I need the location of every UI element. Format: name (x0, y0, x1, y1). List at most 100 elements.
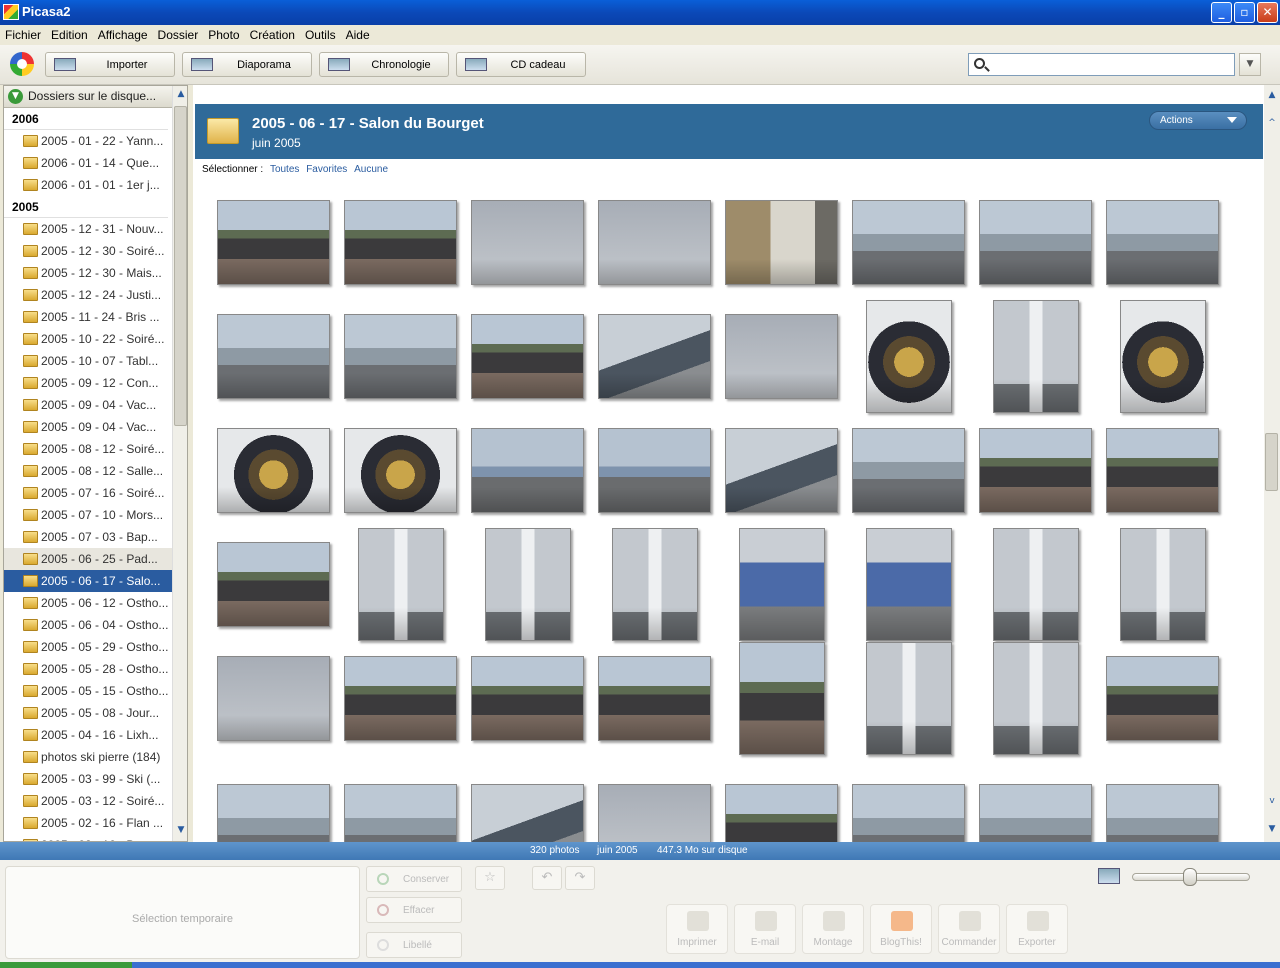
minimize-button[interactable]: _ (1211, 2, 1232, 23)
folder-item[interactable]: 2005 - 12 - 30 - Soiré... (4, 240, 172, 262)
photo-thumbnail[interactable] (979, 200, 1092, 285)
photo-thumbnail[interactable] (471, 656, 584, 741)
timeline-button[interactable]: Chronologie (319, 52, 449, 77)
export-button[interactable]: Exporter (1006, 904, 1068, 954)
scroll-up-icon[interactable]: ▲ (173, 86, 187, 102)
photo-thumbnail[interactable] (739, 642, 825, 755)
photo-thumbnail[interactable] (344, 784, 457, 842)
photo-thumbnail[interactable] (1120, 300, 1206, 413)
folder-item[interactable]: 2005 - 03 - 12 - Soiré... (4, 790, 172, 812)
menu-edition[interactable]: Edition (46, 25, 93, 42)
star-button[interactable]: ☆ (475, 866, 505, 890)
photo-thumbnail[interactable] (866, 528, 952, 641)
photo-thumbnail[interactable] (866, 300, 952, 413)
photo-thumbnail[interactable] (725, 428, 838, 513)
folder-item[interactable]: 2005 - 12 - 31 - Nouv... (4, 218, 172, 240)
folder-item[interactable]: 2005 - 07 - 10 - Mors... (4, 504, 172, 526)
photo-thumbnail[interactable] (993, 300, 1079, 413)
menu-creation[interactable]: Création (245, 25, 300, 42)
search-options-dropdown[interactable]: ▼ (1239, 53, 1261, 76)
folder-item[interactable]: 2005 - 02 - 16 - Flan ... (4, 812, 172, 834)
folder-item[interactable]: 2005 - 04 - 16 - Lixh... (4, 724, 172, 746)
photo-tray[interactable]: Sélection temporaire (5, 866, 360, 959)
folder-item[interactable]: 2005 - 08 - 12 - Soiré... (4, 438, 172, 460)
photo-thumbnail[interactable] (358, 528, 444, 641)
folder-item[interactable]: 2005 - 02 - 16 - Bou... (4, 834, 172, 841)
start-button[interactable] (0, 962, 132, 968)
folder-item[interactable]: 2005 - 10 - 07 - Tabl... (4, 350, 172, 372)
sidebar-scroll-thumb[interactable] (174, 106, 187, 426)
scroll-down-icon[interactable]: ▼ (1264, 821, 1280, 837)
photo-thumbnail[interactable] (217, 542, 330, 627)
keep-button[interactable]: Conserver (366, 866, 462, 892)
print-button[interactable]: Imprimer (666, 904, 728, 954)
photo-thumbnail[interactable] (217, 200, 330, 285)
photo-thumbnail[interactable] (866, 642, 952, 755)
scroll-down-icon[interactable]: ▼ (173, 822, 187, 838)
folder-item[interactable]: 2005 - 09 - 04 - Vac... (4, 416, 172, 438)
photo-thumbnail[interactable] (598, 784, 711, 842)
order-prints-button[interactable]: Commander (938, 904, 1000, 954)
folder-item[interactable]: photos ski pierre (184) (4, 746, 172, 768)
photo-scroll-thumb[interactable] (1265, 433, 1278, 491)
year-group-label[interactable]: 2006 (4, 108, 168, 130)
close-button[interactable]: ✕ (1257, 2, 1278, 23)
folder-item[interactable]: 2005 - 01 - 22 - Yann... (4, 130, 172, 152)
photo-thumbnail[interactable] (598, 428, 711, 513)
menu-photo[interactable]: Photo (203, 25, 244, 42)
menu-fichier[interactable]: Fichier (0, 25, 46, 42)
photo-thumbnail[interactable] (344, 314, 457, 399)
photo-thumbnail[interactable] (852, 200, 965, 285)
page-down-icon[interactable]: v (1264, 793, 1280, 809)
folder-item[interactable]: 2005 - 05 - 15 - Ostho... (4, 680, 172, 702)
folder-item[interactable]: 2006 - 01 - 14 - Que... (4, 152, 172, 174)
folder-item[interactable]: 2006 - 01 - 01 - 1er j... (4, 174, 172, 196)
folder-item[interactable]: 2005 - 06 - 17 - Salo... (4, 570, 172, 592)
search-input[interactable] (968, 53, 1235, 76)
photo-thumbnail[interactable] (739, 528, 825, 641)
photo-thumbnail[interactable] (1106, 428, 1219, 513)
thumbnail-size-slider[interactable] (1132, 868, 1250, 886)
clear-button[interactable]: Effacer (366, 897, 462, 923)
photo-thumbnail[interactable] (725, 314, 838, 399)
photo-thumbnail[interactable] (1120, 528, 1206, 641)
menu-outils[interactable]: Outils (300, 25, 341, 42)
sidebar-scrollbar[interactable]: ▲ ▼ (172, 86, 187, 841)
photo-thumbnail[interactable] (217, 428, 330, 513)
maximize-button[interactable]: ▫ (1234, 2, 1255, 23)
gift-cd-button[interactable]: CD cadeau (456, 52, 586, 77)
photo-thumbnail[interactable] (598, 656, 711, 741)
caption-button[interactable]: Libellé (366, 932, 462, 958)
photo-thumbnail[interactable] (217, 314, 330, 399)
photo-thumbnail[interactable] (598, 314, 711, 399)
menu-dossier[interactable]: Dossier (153, 25, 204, 42)
folder-item[interactable]: 2005 - 10 - 22 - Soiré... (4, 328, 172, 350)
page-up-icon[interactable]: ^ (1264, 115, 1280, 131)
photo-thumbnail[interactable] (993, 528, 1079, 641)
folder-item[interactable]: 2005 - 06 - 12 - Ostho... (4, 592, 172, 614)
photo-thumbnail[interactable] (852, 784, 965, 842)
folder-item[interactable]: 2005 - 11 - 24 - Bris ... (4, 306, 172, 328)
montage-button[interactable]: Montage (802, 904, 864, 954)
photo-thumbnail[interactable] (471, 314, 584, 399)
rotate-left-button[interactable]: ↶ (532, 866, 562, 890)
photo-thumbnail[interactable] (612, 528, 698, 641)
folder-item[interactable]: 2005 - 07 - 03 - Bap... (4, 526, 172, 548)
photo-thumbnail[interactable] (471, 200, 584, 285)
email-button[interactable]: E-mail (734, 904, 796, 954)
photo-thumbnail[interactable] (344, 656, 457, 741)
year-group-label[interactable]: 2005 (4, 196, 168, 218)
folder-item[interactable]: 2005 - 05 - 29 - Ostho... (4, 636, 172, 658)
photo-thumbnail[interactable] (979, 784, 1092, 842)
folder-item[interactable]: 2005 - 05 - 08 - Jour... (4, 702, 172, 724)
folder-item[interactable]: 2005 - 06 - 25 - Pad... (4, 548, 172, 570)
folder-item[interactable]: 2005 - 05 - 28 - Ostho... (4, 658, 172, 680)
slider-knob[interactable] (1183, 868, 1197, 886)
photo-scrollbar[interactable]: ▲ ^ v ▼ (1264, 85, 1280, 842)
import-button[interactable]: Importer (45, 52, 175, 77)
folder-item[interactable]: 2005 - 09 - 12 - Con... (4, 372, 172, 394)
folder-item[interactable]: 2005 - 12 - 30 - Mais... (4, 262, 172, 284)
folder-item[interactable]: 2005 - 08 - 12 - Salle... (4, 460, 172, 482)
photo-thumbnail[interactable] (1106, 656, 1219, 741)
collapse-chevron-icon[interactable]: ▼ (8, 89, 23, 104)
